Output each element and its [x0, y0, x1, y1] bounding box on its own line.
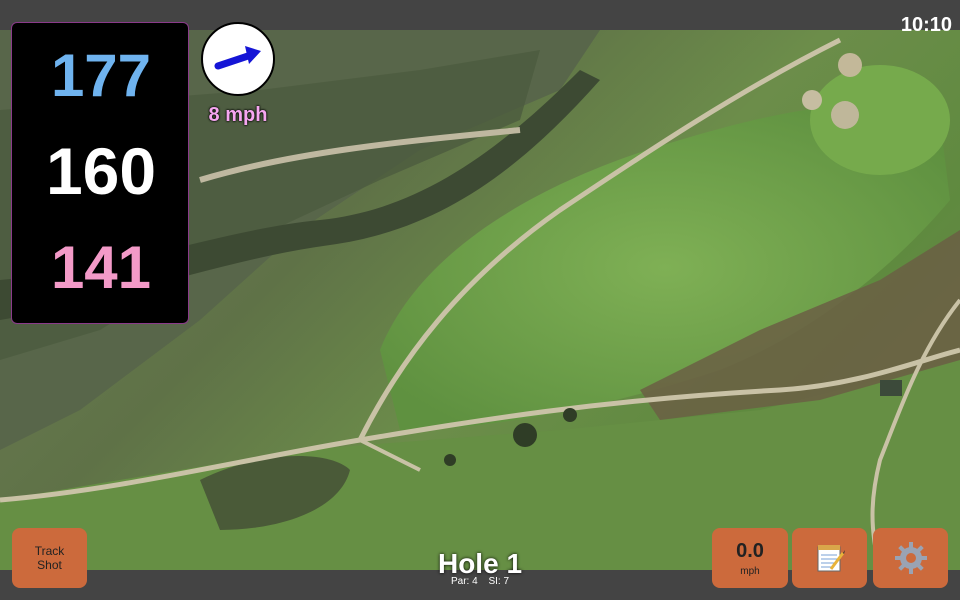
- notepad-icon: [817, 545, 845, 572]
- track-shot-button[interactable]: Track Shot: [12, 528, 87, 588]
- wind-indicator: [201, 22, 275, 96]
- distance-panel: 177 160 141: [11, 22, 189, 324]
- speed-button[interactable]: 0.0 mph: [712, 528, 788, 588]
- settings-button[interactable]: [873, 528, 948, 588]
- speed-value: 0.0: [736, 539, 764, 562]
- front-distance: 141: [50, 234, 152, 301]
- wind-arrow-icon: [214, 46, 261, 70]
- notes-button[interactable]: [792, 528, 867, 588]
- wind-speed-label: 8 mph: [208, 104, 268, 126]
- hole-par: Par: 4: [450, 576, 478, 587]
- middle-distance: 160: [45, 134, 157, 208]
- back-distance: 177: [50, 42, 152, 109]
- track-shot-label-line1: Track: [34, 544, 65, 558]
- gear-icon: [894, 542, 927, 574]
- clock: 10:10: [900, 14, 952, 36]
- track-shot-label-line2: Shot: [37, 558, 62, 572]
- hole-info: Par: 4 SI: 7: [380, 576, 580, 587]
- speed-unit: mph: [740, 565, 760, 577]
- hole-stroke-index: SI: 7: [488, 576, 510, 587]
